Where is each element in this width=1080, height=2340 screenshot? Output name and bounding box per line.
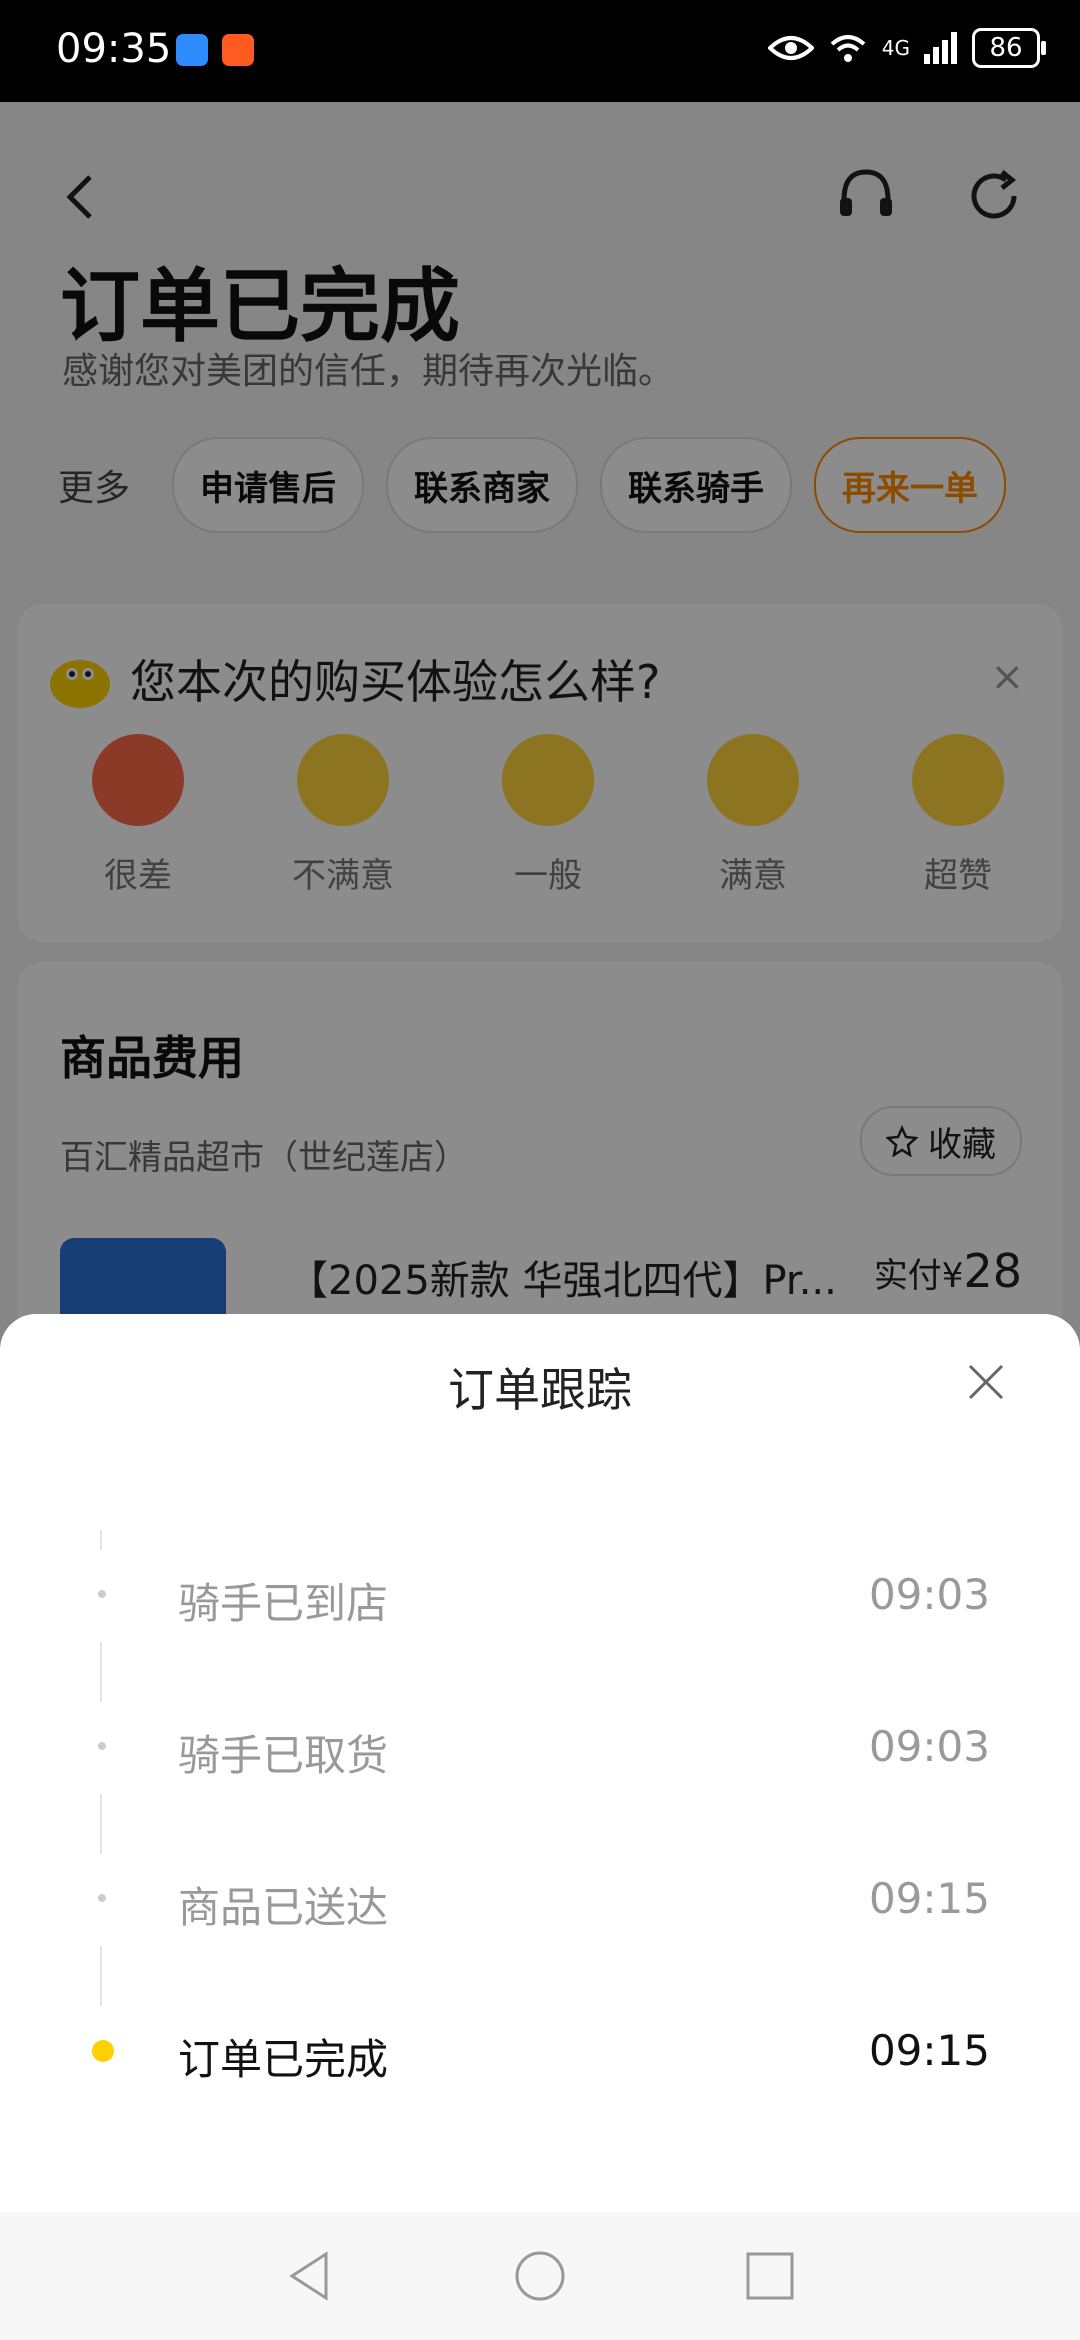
timeline-event-current: 订单已完成 09:15 [0, 2016, 1080, 2086]
event-time: 09:15 [868, 1874, 990, 1923]
timeline-connector [100, 1530, 102, 1550]
status-time: 09:35 [56, 26, 172, 72]
timeline-event: 骑手已到店 09:03 [0, 1560, 1080, 1630]
event-time: 09:03 [868, 1570, 990, 1619]
tracking-timeline: 骑手已到店 09:03 骑手已取货 09:03 商品已送达 09:15 订单已完… [0, 1314, 1080, 2214]
status-icons: 4G 86 [767, 28, 1046, 68]
system-nav-bar [0, 2212, 1080, 2340]
timeline-connector [100, 1642, 102, 1702]
wifi-icon [830, 35, 866, 62]
timeline-event: 骑手已取货 09:03 [0, 1712, 1080, 1782]
timeline-connector [100, 1794, 102, 1854]
nav-back-icon[interactable] [282, 2248, 338, 2304]
timeline-dot [98, 1590, 106, 1598]
timeline-dot-active [92, 2040, 114, 2062]
message-notification-icon [176, 34, 208, 66]
event-label: 骑手已取货 [178, 1731, 389, 1780]
order-tracking-sheet: 订单跟踪 骑手已到店 09:03 骑手已取货 09:03 商品已送达 09:15… [0, 1314, 1080, 2340]
app-notification-icon [222, 34, 254, 66]
nav-recents-icon[interactable] [742, 2248, 798, 2304]
timeline-dot [98, 1894, 106, 1902]
event-label: 骑手已到店 [178, 1579, 389, 1628]
event-time: 09:03 [868, 1722, 990, 1771]
eye-icon [767, 36, 814, 60]
network-type: 4G [881, 36, 910, 60]
nav-home-icon[interactable] [512, 2248, 568, 2304]
event-time: 09:15 [868, 2026, 990, 2075]
timeline-event: 商品已送达 09:15 [0, 1864, 1080, 1934]
event-label: 商品已送达 [178, 1883, 389, 1932]
timeline-connector [100, 1946, 102, 2006]
status-bar: 09:35 4G 86 [0, 0, 1080, 102]
signal-icon [924, 32, 957, 64]
event-label: 订单已完成 [178, 2035, 389, 2084]
timeline-dot [98, 1742, 106, 1750]
battery-indicator: 86 [972, 28, 1046, 68]
